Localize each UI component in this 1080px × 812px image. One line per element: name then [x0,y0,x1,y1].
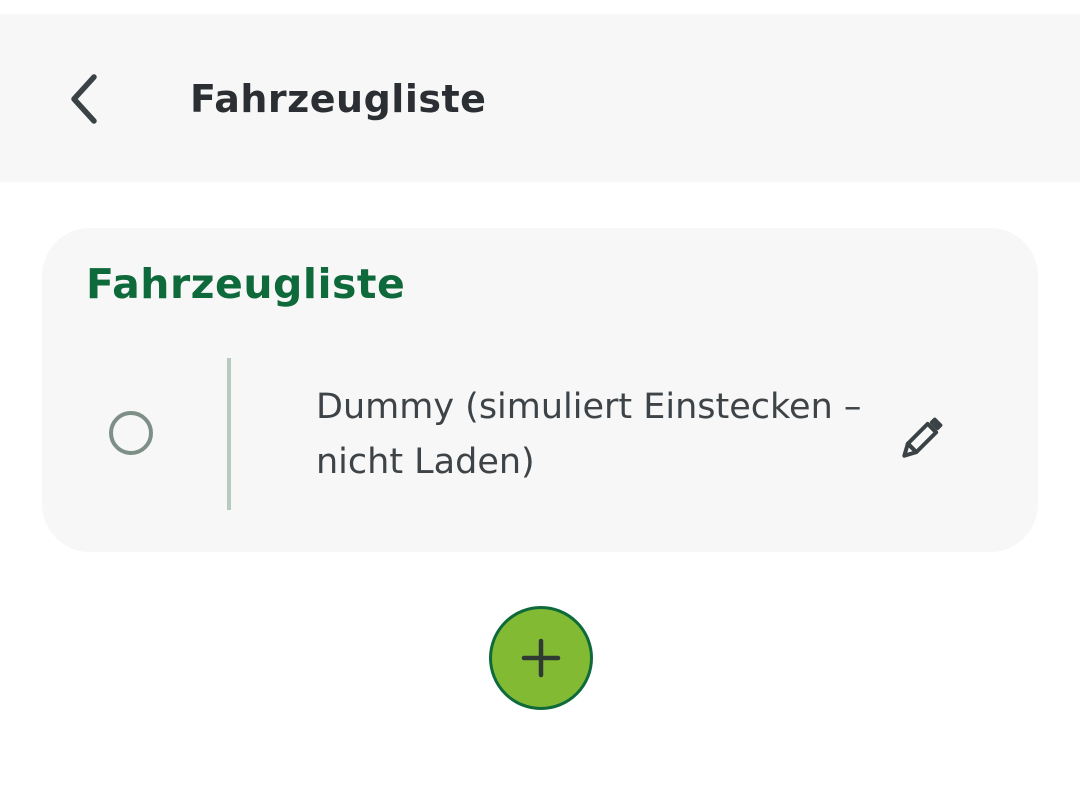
pencil-icon [902,417,943,458]
vehicle-select-radio[interactable] [109,411,153,455]
edit-vehicle-button[interactable] [890,406,954,470]
chevron-left-icon [71,74,97,124]
vehicle-name: Dummy (simuliert Einstecken – nicht Lade… [316,387,862,482]
plus-icon [521,638,561,678]
add-vehicle-button[interactable] [489,606,593,710]
page-title: Fahrzeugliste [190,77,487,121]
vertical-divider [227,358,231,510]
vehicle-list-item[interactable]: Dummy (simuliert Einstecken – nicht Lade… [42,356,1038,512]
status-bar-area [0,0,1080,14]
app-bar: Fahrzeugliste [0,14,1080,182]
vehicle-list-card: Fahrzeugliste Dummy (simuliert Einstecke… [42,228,1038,552]
back-button[interactable] [56,71,112,127]
vehicle-list-title: Fahrzeugliste [86,260,406,308]
